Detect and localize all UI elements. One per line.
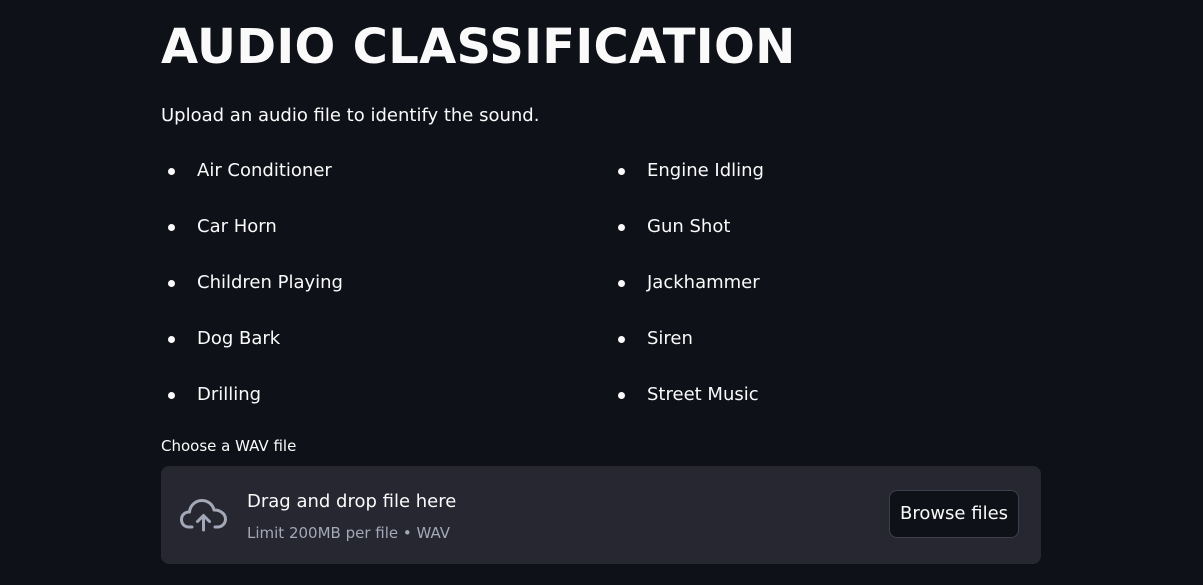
bullet-icon [168,392,175,399]
bullet-icon [168,224,175,231]
file-dropzone[interactable]: Drag and drop file here Limit 200MB per … [161,466,1041,564]
page-title: AUDIO CLASSIFICATION [161,19,796,75]
browse-files-button[interactable]: Browse files [889,490,1019,538]
list-item-label: Siren [647,328,693,349]
list-item-label: Engine Idling [647,160,764,181]
bullet-icon [618,392,625,399]
list-item-label: Gun Shot [647,216,731,237]
sound-class-list-left: Air Conditioner Car Horn Children Playin… [161,158,561,438]
list-item-label: Street Music [647,384,759,405]
bullet-icon [618,280,625,287]
bullet-icon [168,280,175,287]
bullet-icon [618,224,625,231]
bullet-icon [618,168,625,175]
cloud-upload-icon [180,499,227,532]
list-item: Drilling [161,382,561,438]
list-item: Gun Shot [611,214,1011,270]
list-item: Jackhammer [611,270,1011,326]
dropzone-limit-text: Limit 200MB per file • WAV [247,524,451,542]
list-item: Dog Bark [161,326,561,382]
dropzone-instructions: Drag and drop file here [247,491,457,512]
list-item-label: Jackhammer [647,272,760,293]
bullet-icon [168,336,175,343]
list-item: Car Horn [161,214,561,270]
bullet-icon [168,168,175,175]
list-item: Siren [611,326,1011,382]
bullet-icon [618,336,625,343]
list-item-label: Drilling [197,384,262,405]
list-item-label: Dog Bark [197,328,281,349]
list-item-label: Car Horn [197,216,277,237]
list-item: Street Music [611,382,1011,438]
page-subtitle: Upload an audio file to identify the sou… [161,105,540,126]
file-uploader-label: Choose a WAV file [161,437,297,455]
list-item: Engine Idling [611,158,1011,214]
list-item: Children Playing [161,270,561,326]
app-page: AUDIO CLASSIFICATION Upload an audio fil… [0,0,1203,585]
list-item-label: Children Playing [197,272,343,293]
list-item-label: Air Conditioner [197,160,332,181]
list-item: Air Conditioner [161,158,561,214]
sound-class-list-right: Engine Idling Gun Shot Jackhammer Siren … [611,158,1011,438]
